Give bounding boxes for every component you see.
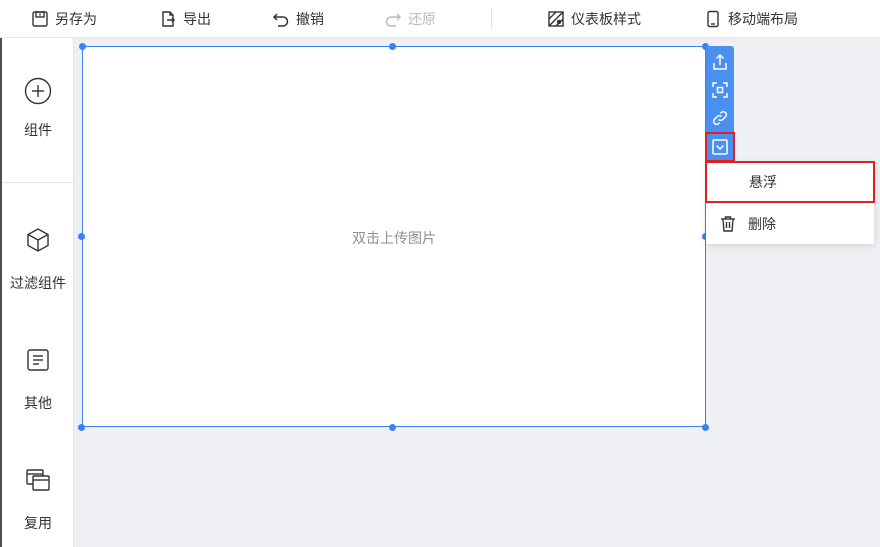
menu-item-label: 悬浮 [749,175,777,191]
export-button[interactable]: 导出 [159,0,211,38]
widget-focus-button[interactable] [706,76,734,104]
redo-icon [385,13,402,27]
resize-handle-top[interactable] [389,43,396,50]
mobile-icon [707,10,719,28]
resize-handle-bottom-right[interactable] [702,424,709,431]
document-icon [27,349,49,371]
export-file-icon [162,11,175,27]
save-icon [32,11,48,27]
plus-circle-icon [24,77,52,105]
sidebar-item-filter-components[interactable]: 过滤组件 [2,225,74,293]
cube-icon [27,228,49,252]
sidebar-item-label: 组件 [24,123,52,139]
resize-handle-bottom[interactable] [389,424,396,431]
widget-more-menu: 悬浮 删除 [705,161,875,244]
trash-icon [721,216,735,232]
top-toolbar: 另存为 导出 撤销 还原 仪表板样式 移动端布局 [0,0,880,38]
mobile-layout-button[interactable]: 移动端布局 [704,0,798,38]
sidebar-item-label: 其他 [24,396,52,412]
chevron-down-icon [712,139,728,155]
sidebar-item-label: 复用 [24,516,52,532]
widget-more-button[interactable] [705,132,735,162]
save-as-label: 另存为 [55,12,97,28]
export-label: 导出 [183,12,211,28]
menu-item-label: 删除 [748,217,776,233]
resize-handle-bottom-left[interactable] [78,424,85,431]
sidebar-item-reuse[interactable]: 复用 [2,465,74,533]
link-icon [712,110,728,126]
dashboard-style-label: 仪表板样式 [571,12,641,28]
widget-export-button[interactable] [706,48,734,76]
mobile-layout-label: 移动端布局 [728,12,798,28]
widget-toolstrip [705,46,735,162]
widget-link-button[interactable] [706,104,734,132]
sidebar-item-components[interactable]: 组件 [2,76,74,140]
sidebar-item-label: 过滤组件 [10,276,66,292]
toolbar-divider [491,9,492,29]
windows-icon [26,469,50,491]
component-sidebar: 组件 过滤组件 其他 复用 [0,38,74,547]
sidebar-item-other[interactable]: 其他 [2,345,74,413]
save-as-button[interactable]: 另存为 [31,0,97,38]
undo-button[interactable]: 撤销 [272,0,324,38]
dashboard-style-button[interactable]: 仪表板样式 [547,0,641,38]
focus-icon [712,82,728,98]
redo-label: 还原 [408,12,436,28]
upload-image-placeholder[interactable]: 双击上传图片 [83,228,705,248]
image-widget[interactable]: 双击上传图片 [82,46,706,427]
palette-icon [548,11,564,27]
resize-handle-top-left[interactable] [79,43,86,50]
resize-handle-left[interactable] [78,233,85,240]
redo-button[interactable]: 还原 [384,0,436,38]
undo-icon [272,13,289,27]
sidebar-divider [2,182,74,183]
menu-item-float[interactable]: 悬浮 [705,161,875,203]
export-icon [713,53,727,70]
undo-label: 撤销 [296,12,324,28]
menu-item-delete[interactable]: 删除 [706,204,874,244]
